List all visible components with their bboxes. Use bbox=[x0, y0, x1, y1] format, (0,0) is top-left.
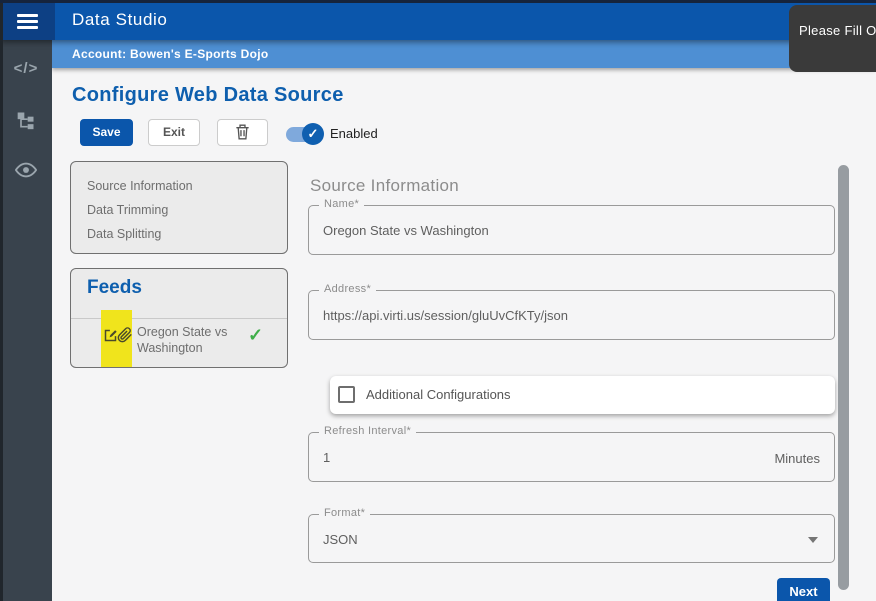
icon-sidebar: </> bbox=[0, 40, 52, 601]
edit-icon[interactable] bbox=[103, 328, 118, 343]
toggle-check-icon: ✓ bbox=[302, 123, 324, 145]
additional-configurations-card: Additional Configurations bbox=[330, 376, 835, 414]
account-bar: Account: Bowen's E-Sports Dojo bbox=[52, 40, 876, 68]
name-field: Name* bbox=[308, 205, 835, 255]
next-button[interactable]: Next bbox=[777, 578, 830, 601]
refresh-interval-field: Refresh Interval* Minutes bbox=[308, 432, 835, 482]
save-button[interactable]: Save bbox=[80, 119, 133, 146]
format-value: JSON bbox=[323, 532, 358, 547]
refresh-interval-input[interactable] bbox=[309, 433, 834, 481]
hierarchy-icon[interactable] bbox=[0, 110, 52, 130]
hamburger-icon bbox=[17, 14, 38, 32]
form-section-heading: Source Information bbox=[310, 176, 459, 196]
refresh-interval-unit: Minutes bbox=[774, 451, 820, 466]
feeds-panel: Feeds Oregon State vs Washington ✓ bbox=[70, 268, 288, 368]
address-field: Address* bbox=[308, 290, 835, 340]
tooltip-text: Please Fill Out bbox=[799, 23, 876, 38]
enabled-label: Enabled bbox=[330, 126, 378, 141]
code-icon[interactable]: </> bbox=[0, 60, 52, 77]
account-label: Account: Bowen's E-Sports Dojo bbox=[72, 40, 269, 68]
nav-item-source-information[interactable]: Source Information bbox=[87, 175, 271, 199]
additional-configurations-label: Additional Configurations bbox=[366, 387, 511, 402]
trash-icon bbox=[235, 124, 250, 140]
address-input[interactable] bbox=[309, 291, 834, 339]
feeds-title: Feeds bbox=[87, 277, 142, 299]
vertical-scrollbar[interactable] bbox=[838, 165, 849, 590]
app-title: Data Studio bbox=[72, 0, 167, 40]
paperclip-icon[interactable] bbox=[117, 327, 133, 343]
nav-item-data-trimming[interactable]: Data Trimming bbox=[87, 199, 271, 223]
section-nav-panel: Source Information Data Trimming Data Sp… bbox=[70, 161, 288, 254]
feed-item-label[interactable]: Oregon State vs Washington bbox=[137, 324, 243, 356]
name-input[interactable] bbox=[309, 206, 834, 254]
eye-icon[interactable] bbox=[0, 161, 52, 179]
exit-button[interactable]: Exit bbox=[148, 119, 200, 146]
feed-valid-check-icon: ✓ bbox=[248, 325, 263, 346]
window-left-edge bbox=[0, 0, 3, 601]
chevron-down-icon bbox=[808, 537, 818, 543]
enabled-toggle[interactable]: ✓ bbox=[286, 127, 320, 142]
format-label: Format* bbox=[319, 507, 370, 519]
validation-tooltip: Please Fill Out bbox=[789, 5, 876, 72]
additional-configurations-checkbox[interactable] bbox=[338, 386, 355, 403]
menu-button[interactable] bbox=[0, 0, 55, 40]
app-bar: Data Studio bbox=[0, 0, 876, 40]
page-title: Configure Web Data Source bbox=[72, 84, 344, 107]
nav-item-data-splitting[interactable]: Data Splitting bbox=[87, 223, 271, 247]
format-select[interactable]: Format* JSON bbox=[308, 514, 835, 563]
delete-button[interactable] bbox=[217, 119, 268, 146]
window-top-edge bbox=[0, 0, 876, 3]
